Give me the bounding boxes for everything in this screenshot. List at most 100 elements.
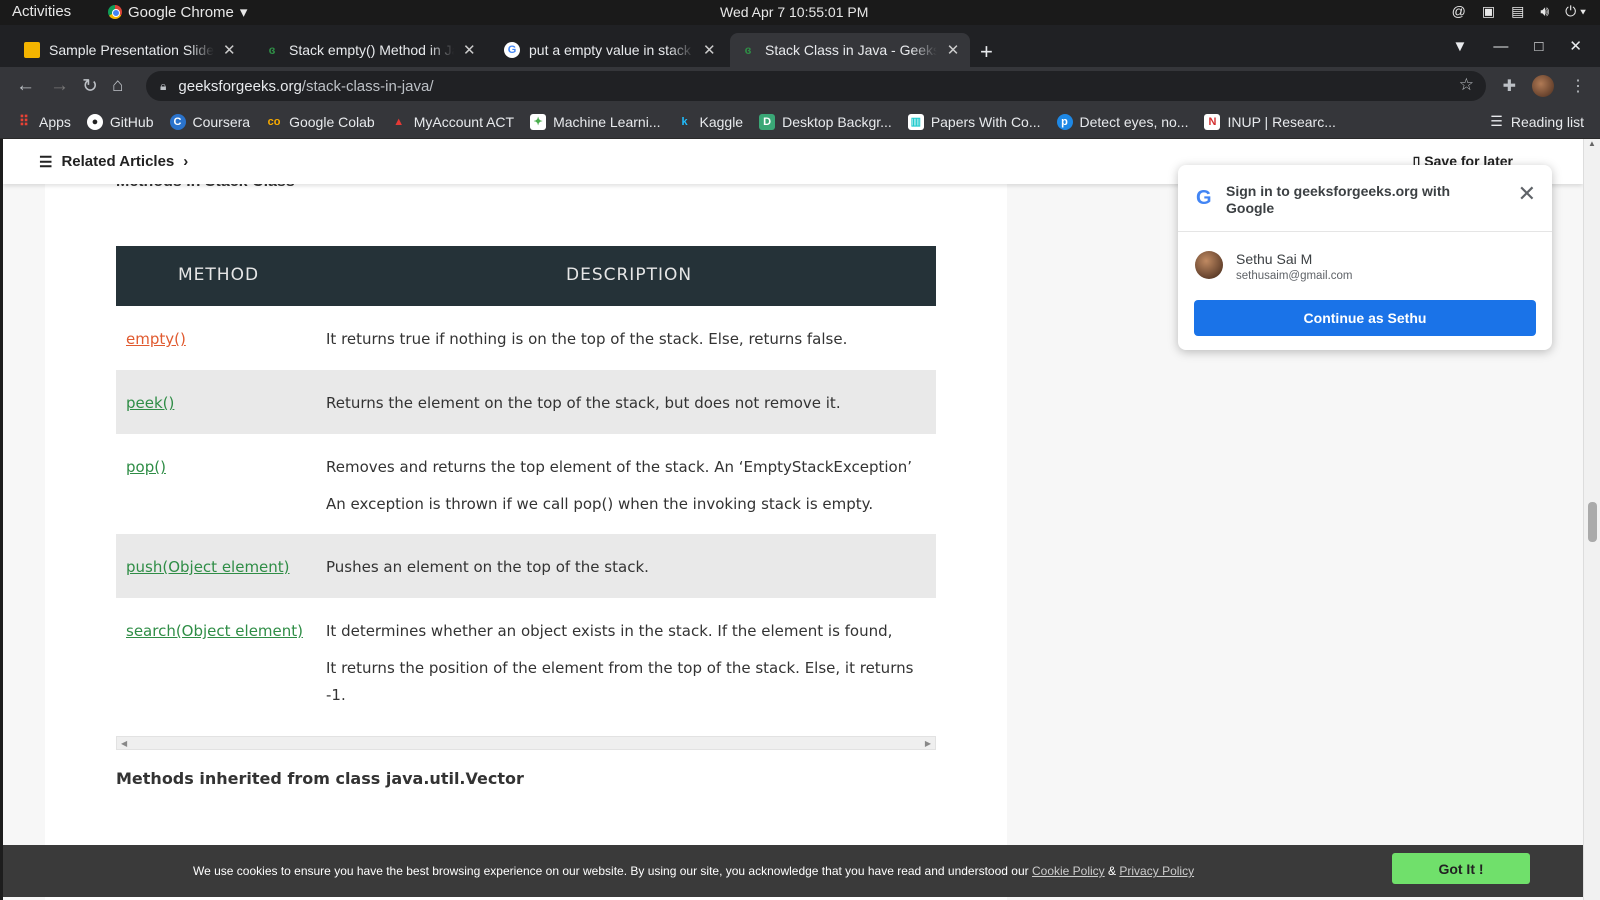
bookmark-kaggle[interactable]: k Kaggle [677,114,743,130]
coursera-icon: C [169,113,186,130]
profile-avatar[interactable] [1532,75,1554,97]
bookmark-star-icon[interactable]: ☆ [1459,75,1474,95]
method-link[interactable]: search(Object element) [126,618,306,645]
reload-icon[interactable]: ↻ [82,75,98,98]
page-scrollbar[interactable]: ▲ [1583,139,1600,900]
google-sign-in-prompt: G Sign in to geeksforgeeks.org with Goog… [1178,165,1552,350]
method-link[interactable]: pop() [126,454,306,481]
related-articles-label: Related Articles [61,153,175,170]
bookmark-inup[interactable]: N INUP | Researc... [1204,113,1336,130]
bookmark-ml[interactable]: ✦ Machine Learni... [530,113,661,130]
table-row: push(Object element) Pushes an element o… [116,534,936,598]
close-icon[interactable]: ✕ [946,41,960,59]
description-text: An exception is thrown if we call pop() … [326,495,874,513]
maximize-icon[interactable]: □ [1534,38,1543,55]
table-row: peek() Returns the element on the top of… [116,370,936,434]
continue-button[interactable]: Continue as Sethu [1194,300,1536,336]
tab-google-search[interactable]: G put a empty value in stack ✕ [494,33,726,67]
minimize-icon[interactable]: — [1493,38,1508,55]
table-horizontal-scrollbar[interactable]: ◀ ▶ [116,736,936,750]
tab-sample-presentation[interactable]: Sample Presentation Slides ✕ [14,33,246,67]
cookie-policy-link[interactable]: Cookie Policy [1032,864,1105,878]
kaggle-icon: k [681,115,688,128]
bookmark-apps[interactable]: ⠿ Apps [16,113,71,130]
bookmark-label: Coursera [192,113,251,130]
bookmark-label: Detect eyes, no... [1079,113,1189,130]
inherited-methods-heading: Methods inherited from class java.util.V… [116,769,524,788]
bookmark-act[interactable]: ▲ MyAccount ACT [391,114,514,130]
tab-stack-class[interactable]: ɞ Stack Class in Java - GeeksforGeeks ✕ [730,33,970,67]
cookie-banner: We use cookies to ensure you have the be… [3,845,1583,897]
scroll-up-icon[interactable]: ▲ [1588,139,1596,148]
url-path: /stack-class-in-java/ [301,77,434,95]
method-description: It determines whether an object exists i… [326,618,916,709]
close-icon[interactable]: ✕ [223,41,236,59]
table-row: pop() Removes and returns the top elemen… [116,434,936,534]
tab-stack-empty[interactable]: ɞ Stack empty() Method in Java ✕ [254,33,486,67]
close-window-icon[interactable]: ✕ [1569,37,1582,55]
power-icon[interactable]: ⏻ ▾ [1565,3,1586,20]
app-menu[interactable]: Google Chrome ▾ [108,3,247,21]
column-header: METHOD [178,265,260,285]
reading-list-button[interactable]: ☰ Reading list [1490,113,1584,130]
bookmark-desktop[interactable]: D Desktop Backgr... [759,113,892,130]
google-icon: G [1196,187,1212,209]
github-icon: ● [86,113,103,130]
address-bar[interactable]: 🔒︎ geeksforgeeks.org /stack-class-in-jav… [146,71,1486,101]
system-tray[interactable]: @ ▣ ▤ 🔊︎ ⏻ ▾ [1452,3,1586,20]
accept-cookies-button[interactable]: Got It ! [1392,853,1530,884]
scrollbar-thumb[interactable] [1588,502,1597,542]
bookmark-label: GitHub [109,113,154,130]
bookmark-label: Desktop Backgr... [782,113,892,130]
article-body: Methods in Stack Class METHOD DESCRIPTIO… [45,139,1007,900]
bookmark-pyimagesearch[interactable]: p Detect eyes, no... [1056,113,1189,130]
tab-title: put a empty value in stack [529,42,691,58]
activities-button[interactable]: Activities [12,3,71,20]
close-icon[interactable]: ✕ [1518,181,1536,207]
menu-icon[interactable]: ⋮ [1570,76,1586,96]
scroll-left-icon[interactable]: ◀ [121,739,127,748]
volume-icon[interactable]: 🔊︎ [1540,3,1549,20]
description-text: Removes and returns the top element of t… [326,458,913,476]
method-link[interactable]: push(Object element) [126,554,306,581]
bookmark-label: INUP | Researc... [1227,113,1336,130]
close-icon[interactable]: ✕ [463,41,476,59]
caret-down-icon: ▾ [239,4,248,21]
browser-toolbar: ← → ↻ ⌂ 🔒︎ geeksforgeeks.org /stack-clas… [0,67,1600,105]
bookmark-github[interactable]: ● GitHub [86,113,154,130]
tab-search-icon[interactable]: ▼ [1453,38,1468,55]
bookmark-coursera[interactable]: C Coursera [169,113,251,130]
bookmark-label: Apps [39,113,71,130]
scroll-right-icon[interactable]: ▶ [925,739,931,748]
description-text: It determines whether an object exists i… [326,622,893,640]
home-icon[interactable]: ⌂ [112,75,123,97]
privacy-policy-link[interactable]: Privacy Policy [1119,864,1194,878]
system-clock[interactable]: Wed Apr 7 10:55:01 PM [720,4,868,20]
related-articles-button[interactable]: ☰ Related Articles › [39,153,188,171]
window-icon[interactable]: ▤ [1511,3,1524,20]
new-tab-button[interactable]: + [980,39,993,65]
display-icon[interactable]: ▣ [1482,3,1495,20]
account-avatar [1195,251,1223,279]
bookmark-colab[interactable]: co Google Colab [266,114,375,130]
lock-icon[interactable]: 🔒︎ [160,79,166,94]
method-link[interactable]: empty() [126,326,306,353]
app-menu-label: Google Chrome [128,3,234,21]
cookie-text: We use cookies to ensure you have the be… [193,864,1029,878]
articles-list-icon: ☰ [39,153,53,171]
method-link[interactable]: peek() [126,390,306,417]
desktop-icon: D [759,113,776,130]
back-icon[interactable]: ← [16,75,35,97]
url-host: geeksforgeeks.org [178,77,302,95]
bookmark-paperswithcode[interactable]: ▥ Papers With Co... [907,113,1041,130]
forward-icon[interactable]: → [50,75,69,97]
cookie-amp: & [1108,864,1117,878]
extensions-icon[interactable]: ✚ [1503,76,1516,96]
at-sign-icon[interactable]: @ [1452,3,1466,20]
tab-title: Stack empty() Method in Java [289,42,454,58]
close-icon[interactable]: ✕ [703,41,716,59]
gfg-icon: ɞ [744,43,752,57]
method-description: Removes and returns the top element of t… [326,454,916,518]
tab-title: Sample Presentation Slides [49,42,214,58]
inup-icon: N [1204,113,1221,130]
